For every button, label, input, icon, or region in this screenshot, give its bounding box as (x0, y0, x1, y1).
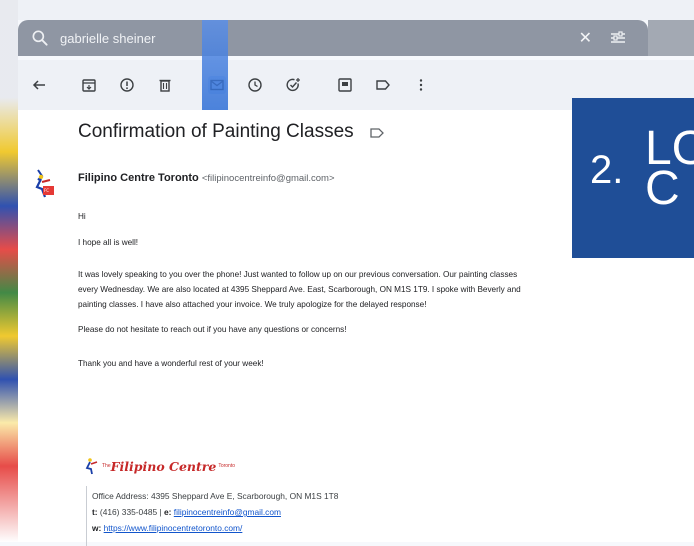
sender-name: Filipino Centre Toronto (78, 172, 199, 184)
signature-email-link[interactable]: filipinocentreinfo@gmail.com (174, 507, 281, 517)
archive-icon[interactable] (80, 76, 98, 94)
report-spam-icon[interactable] (118, 76, 136, 94)
signature-address: Office Address: 4395 Sheppard Ave E, Sca… (92, 491, 339, 501)
important-label-icon[interactable] (370, 126, 384, 140)
highlight-stripe (202, 20, 228, 110)
phone-number: (416) 335-0485 | (99, 507, 162, 517)
top-band (0, 0, 694, 20)
body-line-2: every Wednesday. We are also located at … (78, 285, 521, 294)
brand-prefix: The (102, 463, 111, 469)
search-options-icon[interactable] (610, 30, 626, 46)
body-line-wellwish: I hope all is well! (78, 238, 139, 247)
brand-suffix: Toronto (218, 463, 236, 469)
move-to-icon[interactable] (336, 76, 354, 94)
search-icon[interactable] (30, 28, 50, 48)
body-line-questions: Please do not hesitate to reach out if y… (78, 325, 347, 334)
delete-icon[interactable] (156, 76, 174, 94)
website-link[interactable]: https://www.filipinocentretoronto.com/ (104, 523, 243, 533)
phone-label: t: (92, 507, 98, 517)
signature-logo: The Filipino Centre Toronto (84, 456, 235, 476)
sender-email: <filipinocentreinfo@gmail.com> (201, 173, 335, 184)
snooze-icon[interactable] (246, 76, 264, 94)
overlay-number: 2. (590, 148, 624, 192)
search-input[interactable]: gabrielle sheiner (60, 31, 579, 46)
more-vert-icon[interactable] (412, 76, 430, 94)
body-line-3: painting classes. I have also attached y… (78, 300, 427, 309)
back-arrow-icon[interactable] (30, 76, 48, 94)
brand-name: Filipino Centre (110, 458, 217, 474)
greeting: Hi (78, 212, 86, 221)
body-line-thanks: Thank you and have a wonderful rest of y… (78, 359, 264, 368)
website-label: w: (92, 523, 102, 533)
email-label: e: (164, 507, 172, 517)
svg-text:FC: FC (44, 188, 49, 193)
body-line-1: It was lovely speaking to you over the p… (78, 270, 518, 279)
search-bar-edge (648, 20, 694, 56)
email-subject: Confirmation of Painting Classes (78, 121, 354, 142)
search-bar[interactable]: gabrielle sheiner ✕ (18, 20, 648, 56)
painting-background-strip (0, 0, 18, 542)
sender-avatar: FC (35, 169, 54, 198)
add-task-icon[interactable] (284, 76, 302, 94)
signature-contact: t: (416) 335-0485 | e: filipinocentreinf… (92, 507, 281, 517)
overlay-text-line2: C (645, 162, 680, 215)
sender-line: Filipino Centre Toronto <filipinocentrei… (78, 172, 335, 184)
signature-website: w: https://www.filipinocentretoronto.com… (92, 523, 242, 533)
label-icon[interactable] (374, 76, 392, 94)
clear-search-icon[interactable]: ✕ (579, 28, 592, 48)
dancer-logo-icon (85, 458, 98, 475)
overlay-heading-box: 2. LO C (572, 98, 694, 258)
